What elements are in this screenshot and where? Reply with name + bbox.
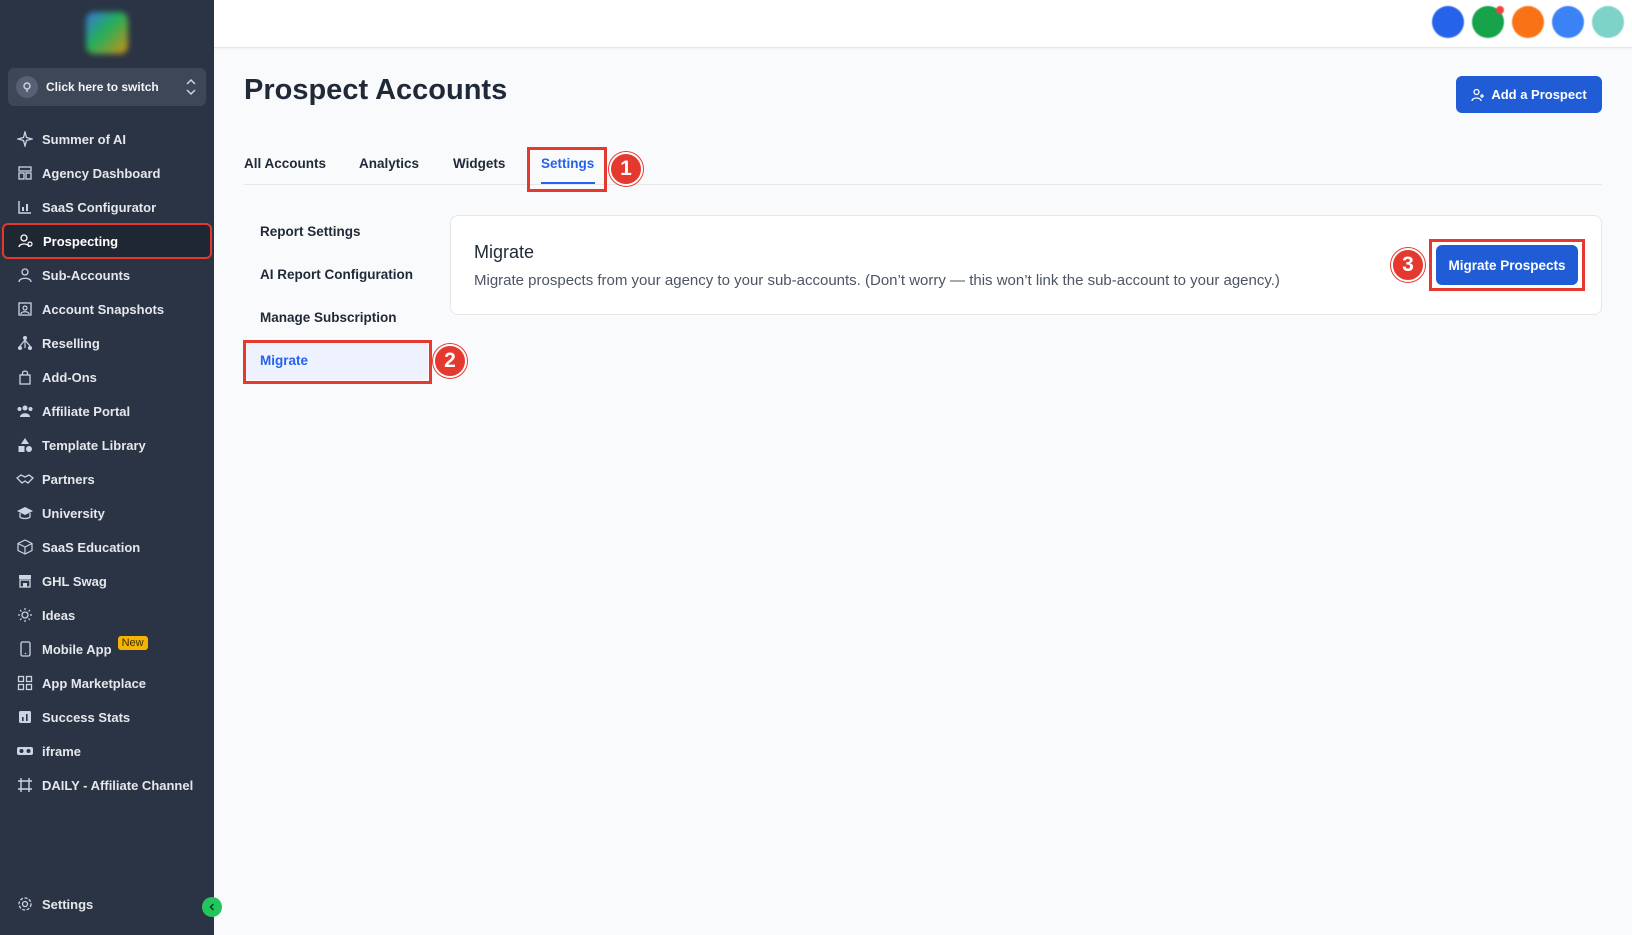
sidebar-item-label: SaaS Education [42,539,141,555]
sidebar-item-ideas[interactable]: Ideas [0,598,214,632]
collapse-sidebar-button[interactable] [202,897,222,917]
frame-icon [16,776,34,794]
sidebar-item-affiliate-portal[interactable]: Affiliate Portal [0,394,214,428]
sidebar-item-label: Ideas [42,607,76,623]
network-icon [16,334,34,352]
sidebar-item-university[interactable]: University [0,496,214,530]
sidebar-item-reselling[interactable]: Reselling [0,326,214,360]
dashboard-icon [16,164,34,182]
sidebar-item-prospecting[interactable]: Prospecting [2,223,212,259]
sidebar-item-label: Sub-Accounts [42,267,131,283]
bell-icon[interactable] [1512,6,1544,38]
annotation-number-3: 3 [1391,248,1425,282]
account-switcher[interactable]: Click here to switch [8,68,206,106]
tab-widgets[interactable]: Widgets [453,156,505,171]
sidebar-item-label: Account Snapshots [42,301,165,317]
sidebar-item-partners[interactable]: Partners [0,462,214,496]
sidebar-item-label: iframe [42,743,82,759]
sidebar-item-label: Reselling [42,335,100,351]
sidebar-item-template-library[interactable]: Template Library [0,428,214,462]
annotation-box-2 [243,340,432,384]
grid-icon [16,674,34,692]
user-icon [16,266,34,284]
chart-icon [16,198,34,216]
sidebar-item-label: Agency Dashboard [42,165,161,181]
snapshot-icon [16,300,34,318]
sidebar-item-agency-dashboard[interactable]: Agency Dashboard [0,156,214,190]
lightbulb-icon [16,606,34,624]
settings-nav-report-settings[interactable]: Report Settings [260,224,361,239]
sidebar-item-account-snapshots[interactable]: Account Snapshots [0,292,214,326]
sidebar-item-summer-of-ai[interactable]: Summer of AI [0,122,214,156]
sidebar-item-saas-education[interactable]: SaaS Education [0,530,214,564]
header-avatars [1432,6,1624,38]
sidebar-item-label: Affiliate Portal [42,403,131,419]
sidebar-item-sub-accounts[interactable]: Sub-Accounts [0,258,214,292]
chevron-up-down-icon [184,76,198,98]
sidebar-item-success-stats[interactable]: Success Stats [0,700,214,734]
sidebar-item-label: Partners [42,471,95,487]
vr-icon [16,742,34,760]
tab-analytics[interactable]: Analytics [359,156,419,171]
annotation-box-3 [1429,239,1585,291]
sidebar-item-daily-affiliate-channel[interactable]: DAILY - Affiliate Channel [0,768,214,802]
settings-nav-ai-report-configuration[interactable]: AI Report Configuration [260,267,413,282]
sidebar-item-label: Mobile App [42,641,112,657]
card-description: Migrate prospects from your agency to yo… [474,272,1280,289]
shapes-icon [16,436,34,454]
tab-all-accounts[interactable]: All Accounts [244,156,326,171]
sidebar: Click here to switch Summer of AI Agency… [0,0,222,935]
graduation-cap-icon [16,504,34,522]
sidebar-item-label: Prospecting [43,233,119,249]
phone-icon[interactable] [1432,6,1464,38]
sidebar-item-mobile-app[interactable]: Mobile App New [0,632,214,666]
notification-dot [1496,6,1504,14]
sidebar-item-ghl-swag[interactable]: GHL Swag [0,564,214,598]
sidebar-item-label: SaaS Configurator [42,199,157,215]
avatar[interactable] [1592,6,1624,38]
sidebar-item-iframe[interactable]: iframe [0,734,214,768]
cube-icon [16,538,34,556]
annotation-box-1 [527,147,607,192]
sparkle-icon [16,130,34,148]
gear-icon [16,895,34,913]
sidebar-item-label: Summer of AI [42,131,127,147]
card-title: Migrate [474,242,535,262]
chat-icon[interactable] [1472,6,1504,38]
switcher-label: Click here to switch [46,80,159,94]
chevron-left-icon [209,903,215,911]
sidebar-item-saas-configurator[interactable]: SaaS Configurator [0,190,214,224]
mobile-icon [16,640,34,658]
top-bar [214,0,1632,48]
bag-icon [16,368,34,386]
sidebar-item-add-ons[interactable]: Add-Ons [0,360,214,394]
sidebar-item-label: DAILY - Affiliate Channel [42,777,194,793]
page-title: Prospect Accounts [244,74,508,106]
handshake-icon [16,470,34,488]
agency-logo[interactable] [86,12,128,54]
users-icon [16,402,34,420]
help-icon[interactable] [1552,6,1584,38]
add-user-icon [1471,88,1485,101]
sidebar-item-label: App Marketplace [42,675,147,691]
sidebar-item-label: Add-Ons [42,369,97,385]
store-icon [16,572,34,590]
sidebar-item-label: Template Library [42,437,146,453]
new-badge: New [117,636,148,650]
annotation-number-2: 2 [433,344,467,378]
sidebar-item-label: Success Stats [42,709,131,725]
sidebar-item-label: GHL Swag [42,573,107,589]
tab-bar: All Accounts Analytics Widgets Settings [244,146,1602,185]
annotation-number-1: 1 [609,152,643,186]
sidebar-item-app-marketplace[interactable]: App Marketplace [0,666,214,700]
user-search-icon [17,232,35,250]
sidebar-item-label: Settings [42,896,94,912]
sidebar-item-label: University [42,505,105,521]
add-prospect-label: Add a Prospect [1491,87,1587,102]
location-icon [16,76,38,98]
settings-nav-manage-subscription[interactable]: Manage Subscription [260,310,397,325]
add-prospect-button[interactable]: Add a Prospect [1456,76,1602,113]
stats-icon [16,708,34,726]
sidebar-item-settings[interactable]: Settings [0,887,214,921]
